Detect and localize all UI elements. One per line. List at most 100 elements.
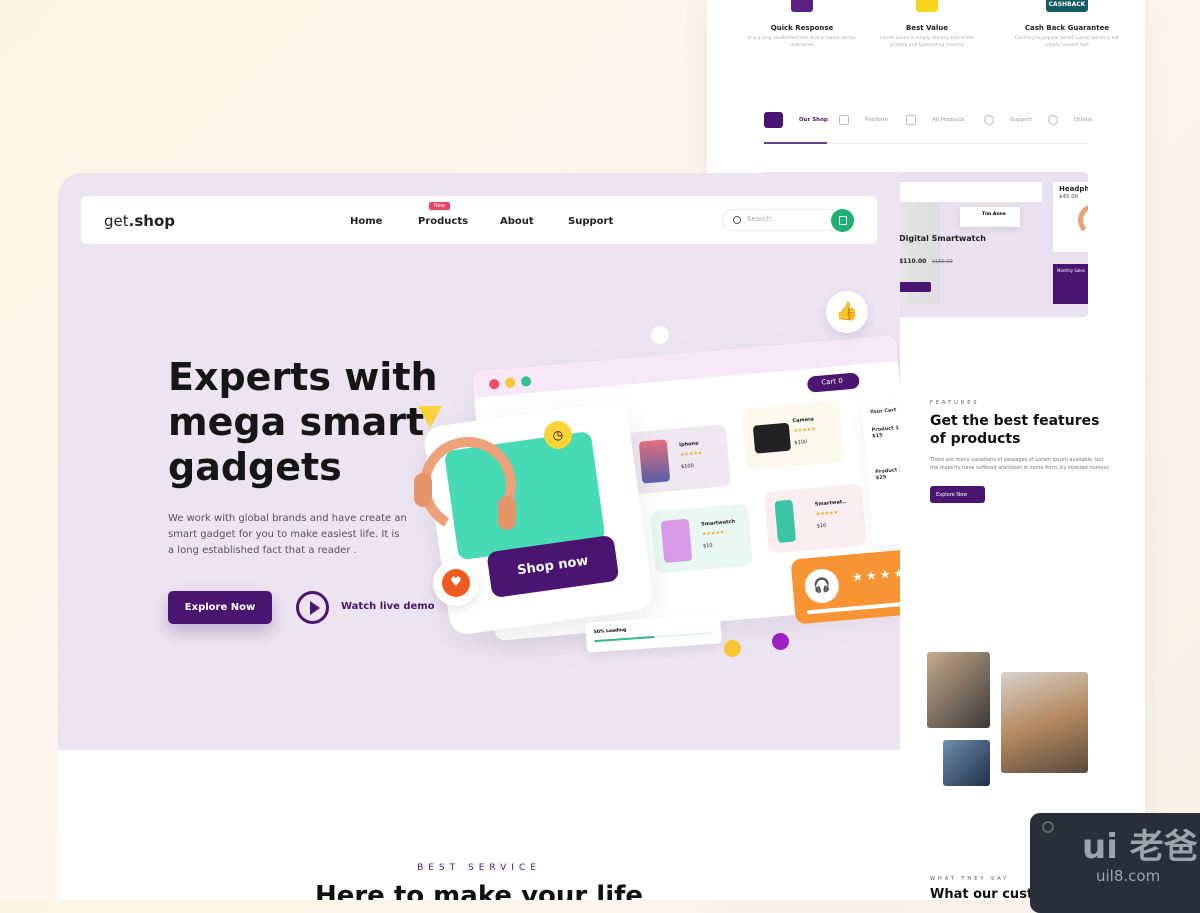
product-card: Camera ★★★★★ $100	[741, 400, 845, 471]
tab-label: Platform	[865, 117, 889, 123]
tab-support[interactable]: Support	[984, 112, 1032, 128]
headphone-card: Headphone $45.00	[1053, 182, 1088, 252]
sales-chart: Monthly Sales	[1053, 264, 1088, 304]
headphone-cup	[414, 473, 432, 507]
tab-our-shop[interactable]: Our Shop	[764, 112, 828, 128]
platform-icon	[839, 115, 849, 125]
product-stars: ★★★★★	[679, 450, 703, 459]
section-title: Here to make your life	[314, 881, 644, 900]
category-tabs: Our Shop Platform All Products Support O…	[764, 112, 1092, 144]
watermark-hole	[1042, 821, 1054, 833]
section-label: WHAT THEY SAY	[930, 876, 1010, 882]
watermark-url: uil8.com	[1096, 867, 1161, 885]
product-price: $100	[794, 439, 808, 447]
your-cart-title: Your Cart	[869, 407, 897, 416]
product-stars: ★★★★★	[793, 426, 817, 435]
basket-icon	[764, 112, 783, 128]
headphone-title: Headphone	[1059, 185, 1088, 193]
close-dot	[488, 378, 500, 390]
features-section: FEATURES Get the best features of produc…	[930, 400, 1110, 503]
product-name: Camera	[792, 416, 815, 425]
rating-stars: ★★★★★	[851, 564, 900, 585]
smartwatch-photo	[927, 652, 990, 728]
cart-label: Cart	[820, 377, 837, 387]
camera-photo	[943, 740, 990, 786]
cart-count: 0	[837, 376, 844, 386]
tab-platform[interactable]: Platform	[839, 112, 888, 128]
product-name: Smartwatch	[700, 518, 736, 528]
heart-icon[interactable]	[433, 560, 479, 606]
feature-title: Quick Response	[770, 24, 834, 32]
cashback-badge: CASHBACK	[1046, 0, 1088, 12]
deco-circle	[772, 633, 789, 650]
smartwatch-image	[660, 518, 693, 563]
user-chip: Tim Anne	[960, 207, 1020, 227]
chat-icon	[791, 0, 813, 12]
product-price: $10	[816, 522, 827, 530]
product-name: Smartwat..	[814, 498, 847, 508]
feature-best-value: Best Value Lorem Ipsum is simply dummy t…	[872, 0, 982, 49]
headset-icon	[984, 115, 994, 125]
loading-fill	[594, 635, 654, 643]
your-cart-panel: Your Cart Product 1 $15 Product 2 $25	[861, 398, 900, 546]
rating-card: 🎧 ★★★★★	[790, 546, 900, 625]
fitness-band-image	[774, 499, 797, 544]
tab-all-products[interactable]: All Products	[906, 112, 964, 128]
product-price: $100	[680, 463, 695, 471]
watermark-logo: ui 老爸	[1082, 827, 1198, 867]
feature-text: It is a long established fact that a rea…	[748, 36, 856, 48]
feature-title: Best Value	[906, 24, 948, 32]
feature-quick-response: Quick Response It is a long established …	[747, 0, 857, 49]
product-name: Iphone	[678, 440, 699, 449]
product-price: $110.00	[899, 258, 927, 265]
thumbs-up-icon: 👍	[826, 291, 868, 333]
headphone-icon: 🎧	[803, 567, 841, 605]
landing-page: get.shop Home New Products About Support…	[58, 173, 900, 900]
box-icon	[906, 115, 916, 125]
preview-search	[900, 182, 1042, 202]
clock-icon: ◷	[544, 421, 572, 449]
feature-text: Contrary to popular belief, Lorem Ipsum …	[1014, 36, 1120, 48]
iphone-image	[638, 439, 671, 484]
feature-cash-back: CASHBACK Cash Back Guarantee Contrary to…	[1012, 0, 1122, 49]
add-to-cart-button	[899, 282, 931, 292]
minimize-dot	[504, 377, 516, 389]
hero-section: get.shop Home New Products About Support…	[58, 173, 900, 750]
deco-circle	[651, 326, 669, 344]
product-stars: ★★★★★	[701, 529, 725, 538]
product-old-price: $150.00	[932, 259, 953, 265]
service-section: BEST SERVICE Here to make your life	[58, 863, 900, 900]
feature-text: Lorem Ipsum is simply dummy text of the …	[880, 36, 974, 48]
tab-label: Others	[1074, 117, 1093, 123]
headphone-price: $45.00	[1059, 194, 1079, 200]
explore-now-button[interactable]: Explore Now	[930, 486, 985, 503]
maximize-dot	[520, 375, 532, 387]
product-card: Smartwatch ★★★★★ $10	[649, 503, 753, 574]
camera-image	[752, 422, 792, 454]
product-title: Digital Smartwatch	[899, 234, 986, 243]
product-price: $10	[702, 542, 713, 550]
headphone-cup	[498, 496, 516, 530]
product-card: Smartwat.. ★★★★★ $10	[763, 483, 867, 554]
section-text: There are many variations of passages of…	[930, 457, 1109, 471]
tab-label: Support	[1010, 117, 1032, 123]
feature-title: Cash Back Guarantee	[1024, 24, 1110, 32]
customer-photo	[1001, 672, 1088, 773]
section-title: Get the best features of products	[930, 413, 1100, 447]
cart-pill[interactable]: Cart 0	[806, 372, 860, 393]
tab-label: Our Shop	[799, 117, 828, 123]
hero-illustration: Cart 0 Iphone ★★★★★ $100 Camera ★★★★★ $100 S…	[58, 173, 900, 750]
value-icon	[916, 0, 938, 12]
deco-circle	[724, 640, 741, 657]
active-tab-indicator	[764, 142, 827, 144]
testimonials-section: WHAT THEY SAY What our cust	[930, 876, 1033, 902]
product-stars: ★★★★★	[815, 509, 839, 518]
tab-others[interactable]: Others	[1048, 112, 1092, 128]
product-card: Iphone ★★★★★ $100	[627, 424, 731, 495]
section-label: BEST SERVICE	[417, 863, 541, 873]
deco-triangle	[418, 406, 442, 428]
section-label: FEATURES	[930, 400, 980, 406]
more-icon	[1048, 115, 1058, 125]
headphone-image	[1078, 204, 1088, 236]
watermark: ui 老爸 uil8.com	[1030, 813, 1200, 913]
